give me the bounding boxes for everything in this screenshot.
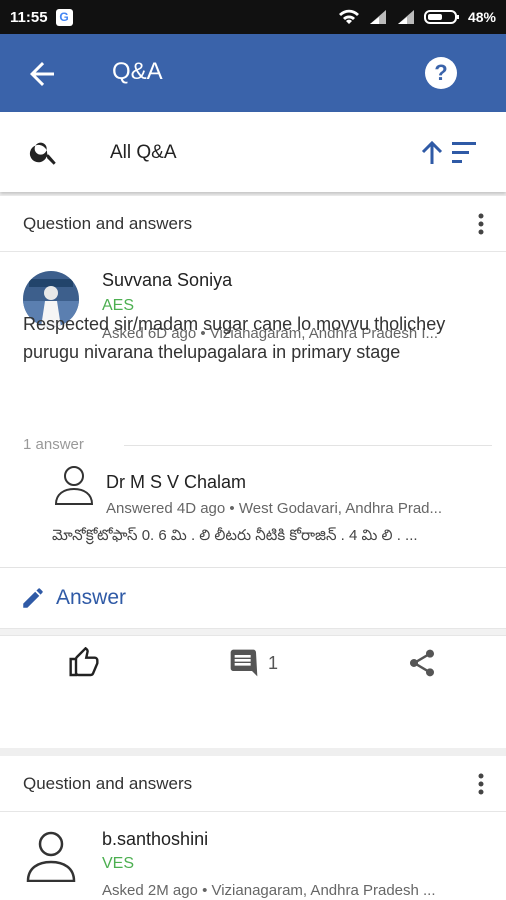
asked-time: Asked 2M ago	[102, 882, 198, 899]
user-role: VES	[102, 855, 135, 872]
arrow-left-icon[interactable]	[24, 56, 60, 92]
signal-icon-2	[397, 10, 414, 24]
help-label: ?	[434, 60, 448, 85]
share-button[interactable]	[406, 646, 438, 680]
divider	[124, 445, 492, 446]
qa-card: Question and answers b.santhoshini VES A…	[0, 756, 506, 900]
page-title: Q&A	[112, 58, 163, 85]
location: Vizianagaram, Andhra Pradesh ...	[211, 882, 436, 899]
more-vert-icon[interactable]	[468, 210, 494, 238]
thumb-up-icon	[69, 647, 99, 677]
question-meta: Asked 2M ago • Vizianagaram, Andhra Prad…	[102, 882, 484, 899]
card-header: Question and answers	[0, 196, 506, 252]
user-name[interactable]: b.santhoshini	[102, 829, 208, 850]
status-time: 11:55	[10, 8, 48, 26]
filter-bar: All Q&A	[0, 112, 506, 192]
qa-card: Question and answers Suvvana Soniya AES …	[0, 196, 506, 748]
sort-ascending-icon[interactable]	[418, 136, 480, 168]
answer-location: West Godavari, Andhra Prad...	[238, 500, 443, 517]
person-icon[interactable]	[23, 826, 79, 882]
pencil-icon	[23, 588, 43, 608]
wifi-icon	[338, 9, 359, 24]
help-icon[interactable]: ?	[425, 57, 457, 89]
signal-icon	[369, 10, 386, 24]
answer-count: 1 answer	[23, 436, 84, 453]
filter-label[interactable]: All Q&A	[110, 142, 177, 164]
divider	[0, 567, 506, 568]
action-bar: 1	[0, 636, 506, 692]
person-icon[interactable]	[52, 462, 96, 506]
search-icon[interactable]	[28, 136, 60, 168]
like-button[interactable]	[68, 646, 100, 680]
user-name[interactable]: Suvvana Soniya	[102, 270, 232, 291]
share-icon	[409, 649, 434, 677]
divider	[0, 628, 506, 636]
answerer-name[interactable]: Dr M S V Chalam	[106, 472, 246, 493]
battery-percent: 48%	[467, 9, 496, 25]
comment-icon	[230, 649, 258, 677]
question-text[interactable]: Respected sir/madam sugar cane lo movvu …	[23, 310, 483, 366]
app-bar: Q&A ?	[0, 34, 506, 112]
section-title: Question and answers	[23, 214, 193, 233]
google-app-icon: G	[55, 8, 73, 26]
answer-button[interactable]: Answer	[20, 576, 126, 620]
answer-text[interactable]: మోనోక్రోటోఫాస్ 0. 6 మి . లి లీటరు నీటికి…	[52, 527, 488, 548]
more-vert-icon[interactable]	[468, 770, 494, 798]
card-header: Question and answers	[0, 756, 506, 812]
answered-time: Answered 4D ago	[106, 500, 226, 517]
section-title: Question and answers	[23, 774, 193, 793]
status-bar: 11:55 G 48%	[0, 0, 506, 34]
answer-meta: Answered 4D ago • West Godavari, Andhra …	[106, 500, 486, 517]
comment-count: 1	[268, 652, 279, 673]
comment-button[interactable]: 1	[228, 646, 278, 680]
meta-dot: •	[229, 500, 239, 517]
answer-button-label: Answer	[56, 586, 127, 609]
battery-icon	[423, 10, 459, 24]
